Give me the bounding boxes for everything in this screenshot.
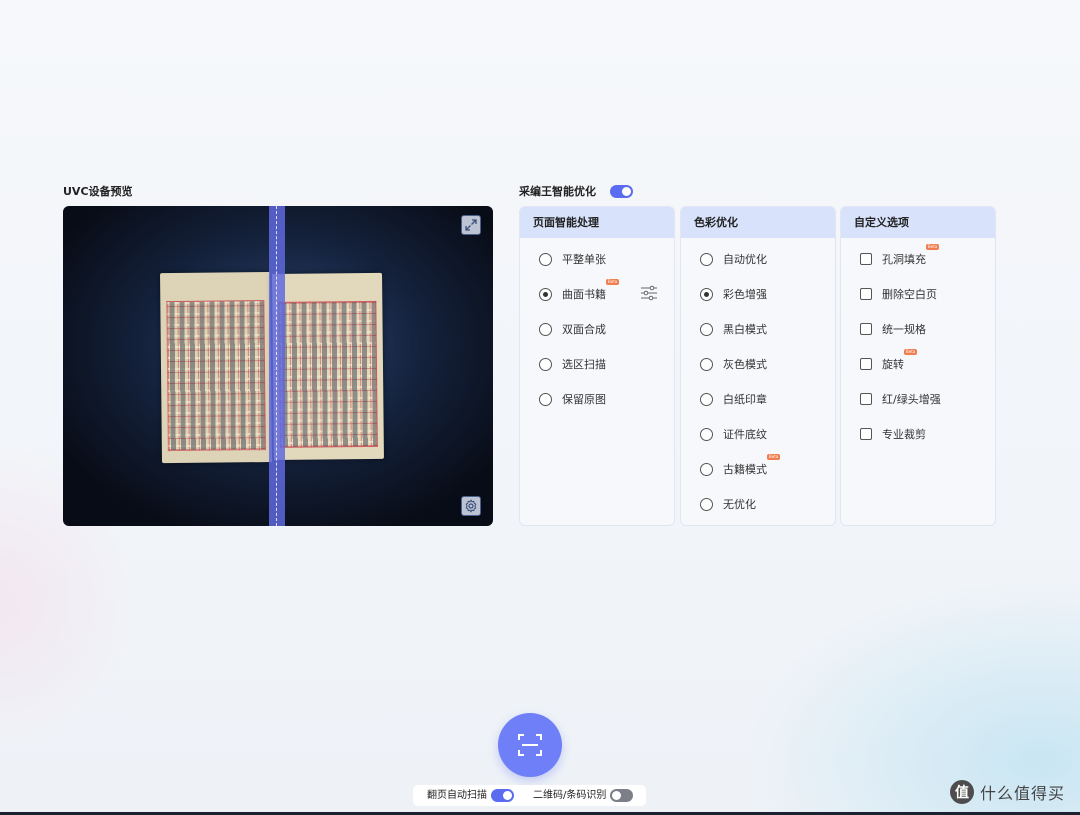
option-uniform-size[interactable]: 统一规格 [860, 321, 926, 337]
preview-settings-button[interactable] [461, 496, 481, 516]
smart-optimize-toggle[interactable] [610, 185, 633, 198]
radio-button-selected[interactable] [700, 287, 713, 301]
option-label: 旋转 [882, 358, 904, 371]
option-label: 白纸印章 [723, 393, 767, 406]
gear-icon [465, 499, 477, 513]
radio-button[interactable] [539, 252, 552, 266]
option-white-paper-stamp[interactable]: 白纸印章 [700, 391, 767, 407]
expand-icon [465, 219, 477, 231]
scan-line-dash [276, 206, 277, 526]
checkbox[interactable] [860, 288, 872, 300]
radio-button[interactable] [539, 322, 552, 336]
radio-button[interactable] [539, 357, 552, 371]
scan-button[interactable] [498, 713, 562, 777]
option-label: 自动优化 [723, 253, 767, 266]
option-area-scan[interactable]: 选区扫描 [539, 356, 606, 372]
scan-line [269, 206, 285, 526]
camera-preview [63, 206, 493, 526]
option-label: 统一规格 [882, 323, 926, 336]
preview-title: UVC设备预览 [63, 185, 133, 198]
custom-options-panel: 自定义选项 孔洞填充 Beta 删除空白页 统一规格 旋转 Beta 红/绿头增… [840, 206, 996, 526]
option-label: 选区扫描 [562, 358, 606, 371]
option-rotate[interactable]: 旋转 Beta [860, 349, 918, 372]
option-label: 删除空白页 [882, 288, 937, 301]
radio-button[interactable] [700, 497, 713, 511]
option-label: 无优化 [723, 498, 756, 511]
option-label-wrap: 孔洞填充 Beta [882, 244, 940, 267]
option-label-wrap: 旋转 Beta [882, 349, 918, 372]
radio-button[interactable] [539, 392, 552, 406]
option-label: 平整单张 [562, 253, 606, 266]
option-label: 专业裁剪 [882, 428, 926, 441]
beta-badge: Beta [767, 454, 781, 460]
checkbox[interactable] [860, 393, 872, 405]
option-keep-original[interactable]: 保留原图 [539, 391, 606, 407]
page-processing-panel: 页面智能处理 平整单张 曲面书籍 Beta 双面合成 选区扫描 保留原图 [519, 206, 675, 526]
auto-scan-label: 翻页自动扫描 [427, 790, 487, 801]
option-label: 曲面书籍 [562, 288, 606, 301]
option-auto-optimize[interactable]: 自动优化 [700, 251, 767, 267]
optimize-title: 采编王智能优化 [519, 185, 596, 198]
option-duplex-merge[interactable]: 双面合成 [539, 321, 606, 337]
radio-button[interactable] [700, 322, 713, 336]
color-optimize-panel: 色彩优化 自动优化 彩色增强 黑白模式 灰色模式 白纸印章 证件底纹 古籍模式 … [680, 206, 836, 526]
column-header: 页面智能处理 [520, 207, 674, 238]
option-label: 古籍模式 [723, 463, 767, 476]
option-id-pattern[interactable]: 证件底纹 [700, 426, 767, 442]
option-no-optimize[interactable]: 无优化 [700, 496, 756, 512]
option-hole-fill[interactable]: 孔洞填充 Beta [860, 244, 940, 267]
option-label-wrap: 曲面书籍 Beta [562, 279, 620, 302]
option-flat-single[interactable]: 平整单张 [539, 251, 606, 267]
radio-button[interactable] [700, 427, 713, 441]
option-label: 证件底纹 [723, 428, 767, 441]
watermark-logo: 值 [950, 780, 974, 804]
option-label-wrap: 古籍模式 Beta [723, 454, 781, 477]
beta-badge: Beta [926, 244, 940, 250]
radio-button[interactable] [700, 252, 713, 266]
watermark-text: 什么值得买 [980, 784, 1066, 803]
barcode-toggle[interactable] [610, 789, 633, 802]
beta-badge: Beta [606, 279, 620, 285]
option-red-green-enhance[interactable]: 红/绿头增强 [860, 391, 941, 407]
beta-badge: Beta [904, 349, 918, 355]
option-color-enhance[interactable]: 彩色增强 [700, 286, 767, 302]
option-delete-blank[interactable]: 删除空白页 [860, 286, 937, 302]
option-label: 红/绿头增强 [882, 393, 941, 406]
watermark: 值 什么值得买 [950, 778, 1065, 806]
checkbox[interactable] [860, 428, 872, 440]
scan-options-bar: 翻页自动扫描 二维码/条码识别 [413, 785, 646, 806]
auto-scan-toggle[interactable] [491, 789, 514, 802]
option-curved-book[interactable]: 曲面书籍 Beta [539, 279, 620, 302]
scan-icon [518, 734, 542, 756]
radio-button[interactable] [700, 392, 713, 406]
sliders-icon[interactable] [640, 285, 658, 301]
option-label: 黑白模式 [723, 323, 767, 336]
radio-button-selected[interactable] [539, 287, 552, 301]
checkbox[interactable] [860, 253, 872, 265]
option-label: 双面合成 [562, 323, 606, 336]
option-black-white[interactable]: 黑白模式 [700, 321, 767, 337]
expand-button[interactable] [461, 215, 481, 235]
book-left-page [160, 272, 272, 464]
radio-button[interactable] [700, 357, 713, 371]
column-header: 自定义选项 [841, 207, 995, 238]
option-label: 保留原图 [562, 393, 606, 406]
column-header: 色彩优化 [681, 207, 835, 238]
barcode-label: 二维码/条码识别 [533, 790, 607, 801]
option-label: 灰色模式 [723, 358, 767, 371]
option-label: 彩色增强 [723, 288, 767, 301]
option-pro-crop[interactable]: 专业裁剪 [860, 426, 926, 442]
book-right-page [272, 272, 384, 460]
option-label: 孔洞填充 [882, 253, 926, 266]
checkbox[interactable] [860, 358, 872, 370]
option-ancient-book[interactable]: 古籍模式 Beta [700, 454, 781, 477]
radio-button[interactable] [700, 462, 713, 476]
option-grayscale[interactable]: 灰色模式 [700, 356, 767, 372]
checkbox[interactable] [860, 323, 872, 335]
